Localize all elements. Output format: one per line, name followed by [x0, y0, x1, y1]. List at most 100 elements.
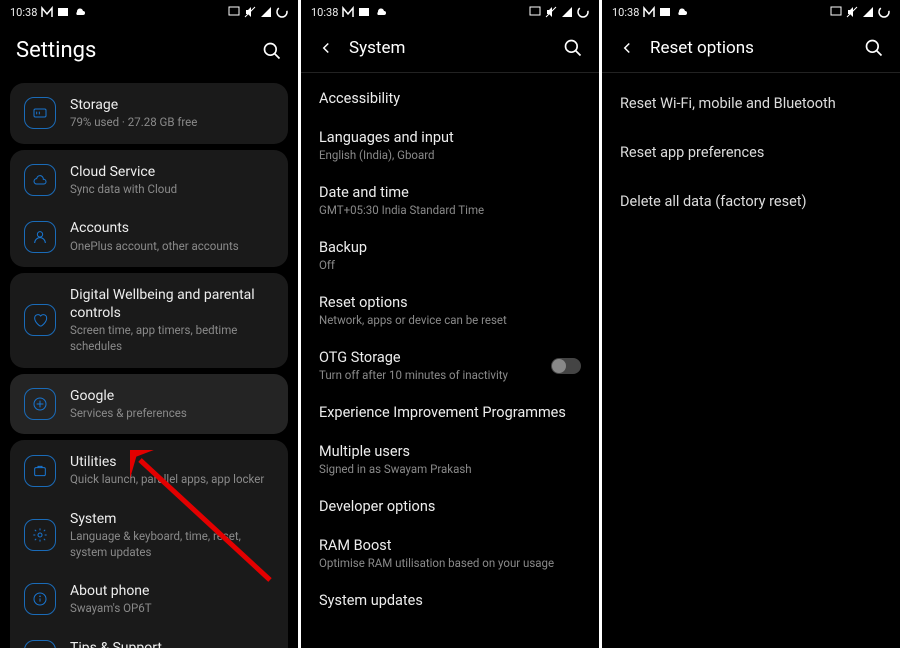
- row-subtitle: Swayam's OP6T: [70, 601, 274, 617]
- cast-icon: [228, 6, 240, 18]
- settings-row-cloud-service[interactable]: Cloud ServiceSync data with Cloud: [10, 152, 288, 209]
- settings-row-google[interactable]: GoogleServices & preferences: [10, 376, 288, 433]
- row-title: Google: [70, 387, 274, 405]
- utilities-icon: [24, 455, 56, 487]
- system-item-backup[interactable]: BackupOff: [301, 228, 599, 283]
- row-title: Tips & Support: [70, 639, 274, 648]
- cloud-icon-status: [374, 6, 388, 18]
- reset-item-delete-all-data-factory-reset-[interactable]: Delete all data (factory reset): [602, 177, 900, 226]
- wellbeing-icon: [24, 304, 56, 336]
- status-time: 10:38: [10, 6, 37, 19]
- tips-icon: [24, 640, 56, 648]
- system-item-otg-storage[interactable]: OTG Storage Turn off after 10 minutes of …: [301, 338, 599, 393]
- back-button[interactable]: [317, 39, 335, 57]
- item-title: Multiple users: [319, 443, 581, 460]
- system-item-developer-options[interactable]: Developer options: [301, 487, 599, 526]
- system-icon: [24, 519, 56, 551]
- about-icon: [24, 583, 56, 615]
- search-icon[interactable]: [864, 38, 884, 58]
- divider: [602, 72, 900, 73]
- m-icon: [41, 6, 53, 18]
- item-title: System updates: [319, 592, 581, 609]
- google-icon: [24, 388, 56, 420]
- system-item-languages-and-input[interactable]: Languages and input English (India), Gboa…: [301, 118, 599, 173]
- item-title: Developer options: [319, 498, 581, 515]
- item-subtitle: Turn off after 10 minutes of inactivity: [319, 368, 551, 382]
- row-subtitle: 79% used · 27.28 GB free: [70, 115, 274, 131]
- status-time: 10:38: [311, 6, 338, 19]
- status-bar: 10:38: [301, 0, 599, 24]
- settings-row-utilities[interactable]: UtilitiesQuick launch, parallel apps, ap…: [10, 442, 288, 499]
- image-icon: [57, 6, 69, 18]
- system-item-date-and-time[interactable]: Date and timeGMT+05:30 India Standard Ti…: [301, 173, 599, 228]
- row-subtitle: Language & keyboard, time, reset, system…: [70, 529, 274, 560]
- back-button[interactable]: [618, 39, 636, 57]
- mute-icon: [244, 6, 256, 18]
- page-title: Reset options: [650, 38, 864, 58]
- settings-group: Storage79% used · 27.28 GB free: [10, 83, 288, 144]
- loading-icon: [276, 6, 288, 18]
- settings-row-storage[interactable]: Storage79% used · 27.28 GB free: [10, 85, 288, 142]
- settings-row-tips-support[interactable]: Tips & SupportTips and FAQ on device usa…: [10, 628, 288, 648]
- settings-row-system[interactable]: SystemLanguage & keyboard, time, reset, …: [10, 499, 288, 571]
- item-title: OTG Storage: [319, 349, 551, 366]
- screen-reset-options: 10:38 Reset options Reset Wi-Fi, mobile …: [602, 0, 900, 648]
- signal-icon: [561, 6, 573, 18]
- system-item-reset-options[interactable]: Reset optionsNetwork, apps or device can…: [301, 283, 599, 338]
- signal-icon: [862, 6, 874, 18]
- row-title: System: [70, 510, 274, 528]
- settings-group: Cloud ServiceSync data with CloudAccount…: [10, 150, 288, 267]
- otg-toggle[interactable]: [551, 358, 581, 374]
- settings-row-digital-wellbeing-and-parental-controls[interactable]: Digital Wellbeing and parental controlsS…: [10, 275, 288, 365]
- divider: [301, 72, 599, 73]
- cast-icon: [529, 6, 541, 18]
- item-title: Experience Improvement Programmes: [319, 404, 581, 421]
- system-item-ram-boost[interactable]: RAM BoostOptimise RAM utilisation based …: [301, 526, 599, 581]
- item-title: Date and time: [319, 184, 581, 201]
- page-title: System: [349, 38, 563, 58]
- account-icon: [24, 221, 56, 253]
- mute-icon: [545, 6, 557, 18]
- search-icon[interactable]: [262, 41, 282, 61]
- settings-row-accounts[interactable]: Accounts OnePlus account, other accounts: [10, 208, 288, 265]
- row-subtitle: OnePlus account, other accounts: [70, 239, 274, 255]
- image-icon: [659, 6, 671, 18]
- row-title: Accounts: [70, 219, 274, 237]
- reset-item-reset-app-preferences[interactable]: Reset app preferences: [602, 128, 900, 177]
- search-icon[interactable]: [563, 38, 583, 58]
- storage-icon: [24, 97, 56, 129]
- system-header: System: [301, 24, 599, 72]
- settings-group: GoogleServices & preferences: [10, 374, 288, 435]
- system-item-accessibility[interactable]: Accessibility: [301, 79, 599, 118]
- page-title: Settings: [16, 38, 262, 63]
- m-icon: [643, 6, 655, 18]
- item-title: Backup: [319, 239, 581, 256]
- m-icon: [342, 6, 354, 18]
- screen-settings: 10:38 Settings Storage79% used · 27.28 G…: [0, 0, 298, 648]
- row-title: Digital Wellbeing and parental controls: [70, 286, 274, 322]
- reset-item-reset-wi-fi-mobile-and-bluetooth[interactable]: Reset Wi-Fi, mobile and Bluetooth: [602, 79, 900, 128]
- cloud-icon: [24, 164, 56, 196]
- item-title: Languages and input: [319, 129, 581, 146]
- item-subtitle: English (India), Gboard: [319, 148, 581, 162]
- cloud-icon-status: [675, 6, 689, 18]
- loading-icon: [878, 6, 890, 18]
- loading-icon: [577, 6, 589, 18]
- mute-icon: [846, 6, 858, 18]
- image-icon: [358, 6, 370, 18]
- status-time: 10:38: [612, 6, 639, 19]
- row-title: Storage: [70, 96, 274, 114]
- screen-system: 10:38 System AccessibilityLanguages and …: [301, 0, 599, 648]
- system-item-multiple-users[interactable]: Multiple usersSigned in as Swayam Prakas…: [301, 432, 599, 487]
- row-subtitle: Sync data with Cloud: [70, 182, 274, 198]
- item-title: Reset options: [319, 294, 581, 311]
- item-title: RAM Boost: [319, 537, 581, 554]
- row-title: Cloud Service: [70, 163, 274, 181]
- signal-icon: [260, 6, 272, 18]
- settings-row-about-phone[interactable]: About phoneSwayam's OP6T: [10, 571, 288, 628]
- cloud-icon-status: [73, 6, 87, 18]
- system-item-system-updates[interactable]: System updates: [301, 581, 599, 620]
- settings-group: Digital Wellbeing and parental controlsS…: [10, 273, 288, 367]
- system-item-experience-improvement-programmes[interactable]: Experience Improvement Programmes: [301, 393, 599, 432]
- settings-group: UtilitiesQuick launch, parallel apps, ap…: [10, 440, 288, 648]
